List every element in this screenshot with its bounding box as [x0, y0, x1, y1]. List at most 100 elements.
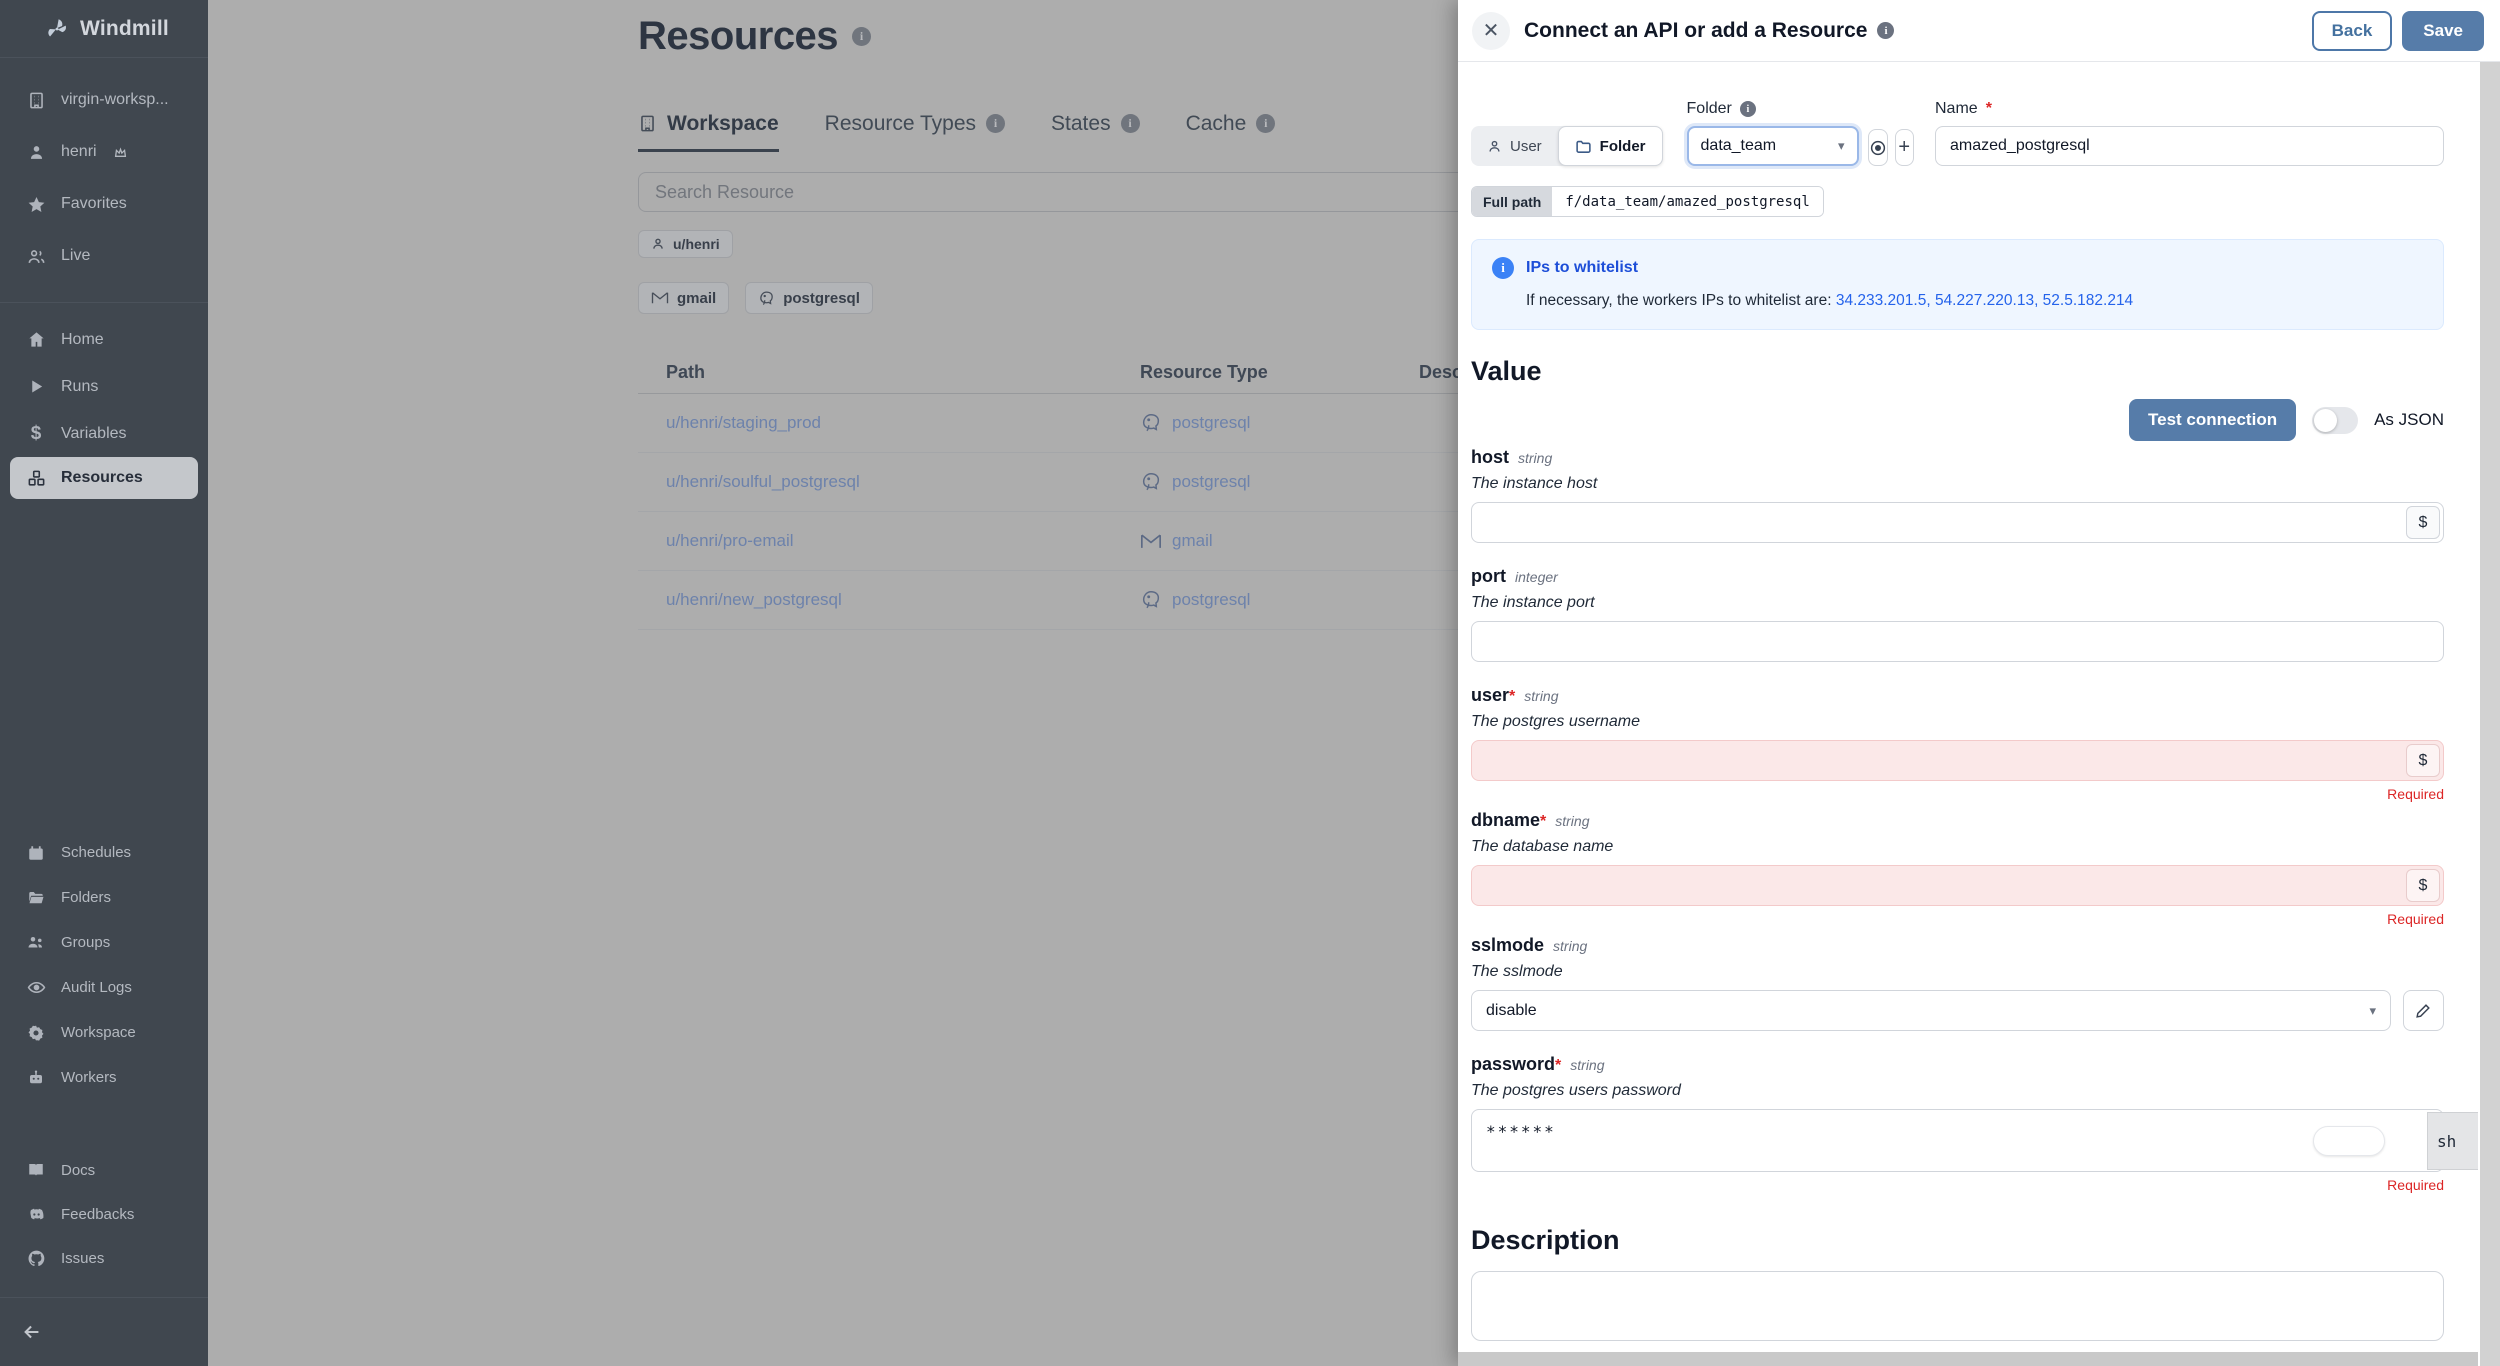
sidebar-divider	[0, 302, 208, 303]
sidebar-item-groups[interactable]: Groups	[0, 920, 208, 965]
scope-folder-button[interactable]: Folder	[1557, 126, 1663, 166]
sidebar-item-audit-logs[interactable]: Audit Logs	[0, 965, 208, 1010]
tab-label: Resource Types	[824, 111, 977, 135]
dollar-icon: $	[30, 422, 42, 444]
resource-type-cell[interactable]: postgresql	[1140, 412, 1419, 434]
sidebar-item-docs[interactable]: Docs	[0, 1148, 208, 1192]
tab-label: Workspace	[667, 111, 779, 135]
type-chip-gmail[interactable]: gmail	[638, 282, 730, 314]
full-path-value: f/data_team/amazed_postgresql	[1552, 187, 1823, 216]
resource-path-link[interactable]: u/henri/new_postgresql	[666, 590, 842, 609]
view-folder-button[interactable]	[1867, 129, 1888, 166]
page-title-text: Resources	[638, 14, 839, 58]
sidebar-item-workspace-settings[interactable]: Workspace	[0, 1010, 208, 1055]
info-icon[interactable]: i	[852, 27, 872, 46]
sidebar-item-feedbacks[interactable]: Feedbacks	[0, 1192, 208, 1236]
dbname-input[interactable]	[1471, 865, 2444, 906]
back-button[interactable]: Back	[2311, 10, 2393, 51]
variable-picker-button[interactable]: $	[2406, 744, 2440, 777]
description-textarea[interactable]	[1471, 1271, 2444, 1341]
plus-icon: +	[1898, 136, 1911, 158]
sidebar-item-workers[interactable]: Workers	[0, 1055, 208, 1100]
tab-label: States	[1051, 111, 1111, 135]
sidebar-item-favorites[interactable]: Favorites	[0, 178, 208, 230]
tab-states[interactable]: States i	[1051, 100, 1140, 152]
variable-picker-button[interactable]: $	[2406, 869, 2440, 902]
sidebar-item-issues[interactable]: Issues	[0, 1236, 208, 1280]
as-json-label: As JSON	[2374, 410, 2444, 429]
scope-segmented-control: User Folder	[1471, 126, 1663, 166]
folder-select[interactable]: data_team ▾	[1686, 126, 1859, 166]
value-heading: Value	[1471, 356, 1542, 386]
sidebar-item-folders[interactable]: Folders	[0, 875, 208, 920]
resource-path-link[interactable]: u/henri/staging_prod	[666, 413, 821, 432]
sidebar-item-resources[interactable]: Resources	[10, 457, 198, 499]
field-password: password* string The postgres users passw…	[1471, 1054, 2478, 1193]
host-input[interactable]	[1471, 502, 2444, 543]
user-input[interactable]	[1471, 740, 2444, 781]
scope-user-button[interactable]: User	[1471, 126, 1558, 166]
sidebar-item-label: Favorites	[61, 195, 127, 212]
ips-whitelist-alert: i IPs to whitelist If necessary, the wor…	[1471, 239, 2444, 330]
sidebar-item-variables[interactable]: $ Variables	[0, 410, 208, 457]
close-icon[interactable]: ✕	[1472, 11, 1510, 50]
variable-picker-button[interactable]: $	[2406, 506, 2440, 539]
as-json-toggle[interactable]	[2312, 406, 2359, 434]
edit-button[interactable]	[2403, 990, 2444, 1031]
sidebar-item-runs[interactable]: Runs	[0, 363, 208, 410]
tab-cache[interactable]: Cache i	[1186, 100, 1276, 152]
info-icon: i	[1877, 22, 1895, 39]
resource-path-link[interactable]: u/henri/soulful_postgresql	[666, 472, 860, 491]
collapse-sidebar-button[interactable]	[12, 1312, 52, 1352]
show-password-tag[interactable]: sh	[2427, 1112, 2478, 1170]
name-input[interactable]	[1935, 126, 2444, 166]
resource-type-label: gmail	[1172, 531, 1213, 550]
group-icon	[26, 933, 46, 953]
drawer-title: Connect an API or add a Resource i	[1524, 19, 1895, 43]
resource-type-cell[interactable]: postgresql	[1140, 471, 1419, 493]
sidebar-user-menu[interactable]: henri	[0, 126, 208, 178]
sidebar-item-schedules[interactable]: Schedules	[0, 830, 208, 875]
chevron-down-icon: ▾	[2369, 1002, 2376, 1018]
resource-path-link[interactable]: u/henri/pro-email	[666, 531, 794, 550]
play-icon	[26, 377, 46, 397]
eye-icon	[26, 978, 46, 998]
user-icon	[651, 237, 665, 251]
sidebar-item-label: Feedbacks	[61, 1205, 135, 1223]
sidebar-nav-footer: Docs Feedbacks Issues	[0, 1148, 208, 1280]
tab-resource-types[interactable]: Resource Types i	[824, 100, 1006, 152]
add-folder-button[interactable]: +	[1894, 129, 1914, 166]
sslmode-select[interactable]: disable ▾	[1471, 990, 2391, 1031]
brand[interactable]: Windmill	[0, 0, 208, 58]
sidebar-item-label: Runs	[61, 377, 99, 395]
owner-chip[interactable]: u/henri	[638, 230, 733, 258]
sidebar-item-live[interactable]: Live	[0, 230, 208, 282]
drawer-vertical-scrollbar[interactable]	[2480, 62, 2500, 1366]
drawer-header: ✕ Connect an API or add a Resource i Bac…	[1458, 0, 2500, 62]
worker-ips-links[interactable]: 34.233.201.5, 54.227.220.13, 52.5.182.21…	[1836, 292, 2133, 309]
sidebar-workspace-switcher[interactable]: virgin-worksp...	[0, 74, 208, 126]
info-icon: i	[1739, 101, 1756, 117]
book-icon	[26, 1160, 46, 1180]
save-button[interactable]: Save	[2402, 10, 2484, 51]
password-reveal-pill[interactable]	[2313, 1126, 2385, 1156]
sidebar-item-label: Issues	[61, 1249, 105, 1267]
crown-icon	[114, 146, 127, 158]
port-input[interactable]	[1471, 621, 2444, 662]
password-input[interactable]: ****** sh	[1471, 1109, 2478, 1172]
test-connection-button[interactable]: Test connection	[2129, 399, 2297, 441]
resource-type-cell[interactable]: postgresql	[1140, 589, 1419, 611]
tab-label: Cache	[1185, 111, 1247, 135]
discord-icon	[26, 1204, 46, 1224]
sidebar-divider	[0, 1297, 208, 1298]
sidebar-nav-primary: Home Runs $ Variables Resources	[0, 316, 208, 499]
eye-icon	[1869, 139, 1887, 157]
drawer-horizontal-scrollbar[interactable]	[1458, 1352, 2478, 1366]
resource-type-cell[interactable]: gmail	[1140, 531, 1419, 551]
toggle-knob	[2314, 408, 2338, 432]
owner-filter-row: u/henri	[638, 230, 733, 258]
type-chip-postgresql[interactable]: postgresql	[745, 282, 873, 314]
gmail-icon	[651, 291, 669, 305]
sidebar-item-home[interactable]: Home	[0, 316, 208, 363]
tab-workspace[interactable]: Workspace	[638, 100, 779, 152]
